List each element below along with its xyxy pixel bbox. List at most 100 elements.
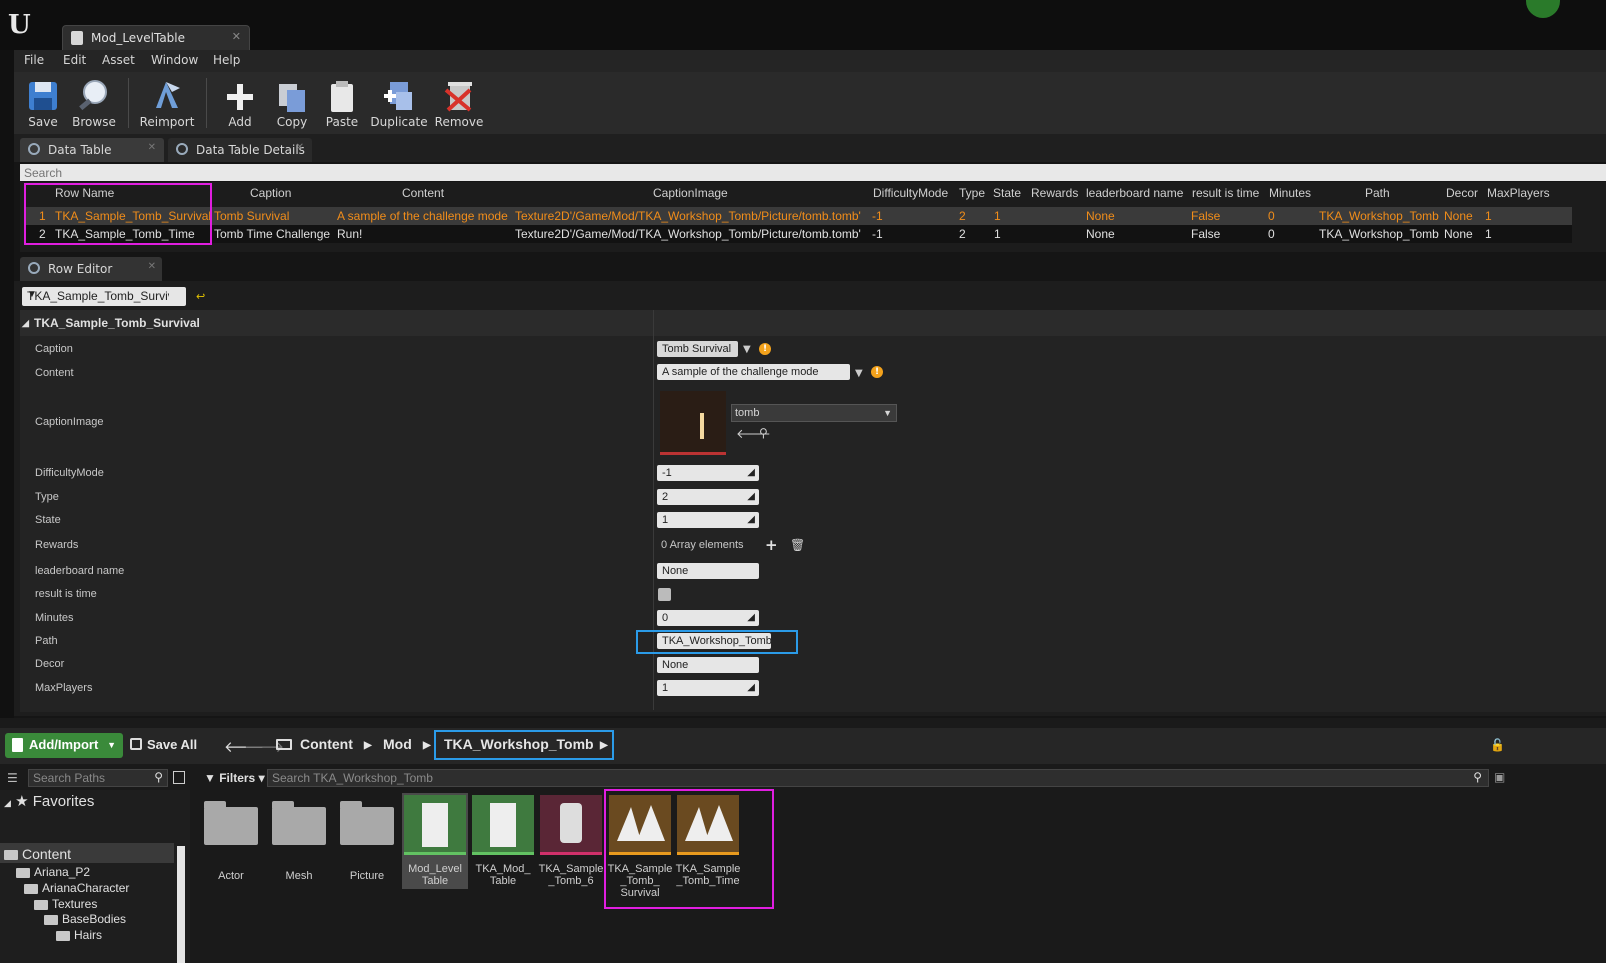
search-paths-input[interactable]: Search Paths ⚲ <box>28 769 168 787</box>
table-row[interactable]: 1 TKA_Sample_Tomb_Survival Tomb Survival… <box>26 207 1572 225</box>
duplicate-button[interactable]: Duplicate <box>370 72 428 134</box>
chevron-down-icon[interactable]: ▼ <box>743 344 751 355</box>
chevron-down-icon[interactable]: ▼ <box>855 368 863 379</box>
browse-button[interactable]: Browse <box>70 72 118 134</box>
type-field[interactable]: 2 ◢ <box>657 489 759 505</box>
tree-item-textures[interactable]: Textures <box>34 897 97 911</box>
column-header[interactable]: leaderboard name <box>1086 186 1183 200</box>
caption-field[interactable]: Tomb Survival <box>657 341 738 357</box>
copy-button[interactable]: Copy <box>270 72 314 134</box>
browse-magnifier-icon[interactable]: ⚲ <box>759 426 768 440</box>
column-header[interactable]: result is time <box>1192 186 1259 200</box>
label-rewards: Rewards <box>35 539 79 551</box>
breadcrumb-arrow-icon[interactable]: ▶ <box>423 740 431 751</box>
state-field[interactable]: 1 ◢ <box>657 512 759 528</box>
tab-row-editor[interactable]: Row Editor ✕ <box>20 257 162 281</box>
result-is-time-checkbox[interactable] <box>658 588 671 601</box>
max-players-field[interactable]: 1 ◢ <box>657 680 759 696</box>
document-tab[interactable]: Mod_LevelTable ✕ <box>62 25 250 50</box>
menu-help[interactable]: Help <box>213 53 240 67</box>
tab-data-table-details[interactable]: Data Table Details ✕ <box>168 138 312 162</box>
path-highlight <box>636 630 798 654</box>
close-icon[interactable]: ✕ <box>296 142 304 153</box>
close-icon[interactable]: ✕ <box>232 30 241 43</box>
asset-tka-sample-tomb-6[interactable]: TKA_Sample _Tomb_6 <box>538 793 604 889</box>
add-import-button[interactable]: Add/Import ▼ <box>5 733 123 758</box>
tree-item-content[interactable]: Content <box>4 846 71 862</box>
asset-folder-picture[interactable]: Picture <box>334 793 400 889</box>
close-icon[interactable]: ✕ <box>148 142 156 153</box>
reset-arrow-icon[interactable]: ↩ <box>196 290 205 303</box>
tree-item-hairs[interactable]: Hairs <box>56 928 102 942</box>
breadcrumb-arrow-icon[interactable]: ▶ <box>364 740 372 751</box>
asset-folder-actor[interactable]: Actor <box>198 793 264 889</box>
paste-button[interactable]: Paste <box>320 72 364 134</box>
add-element-icon[interactable]: + <box>765 536 778 554</box>
difficulty-field[interactable]: -1 ◢ <box>657 465 759 481</box>
asset-folder-mesh[interactable]: Mesh <box>266 793 332 889</box>
filters-button[interactable]: ▼ Filters ▾ <box>204 771 265 785</box>
tree-item-ariana-p2[interactable]: Ariana_P2 <box>16 865 90 879</box>
search-assets-input[interactable]: Search TKA_Workshop_Tomb ⚲ <box>267 769 1489 787</box>
texture-select-dropdown[interactable]: tomb ▼ <box>731 404 897 422</box>
save-all-button[interactable]: Save All <box>130 737 197 752</box>
table-search-input[interactable] <box>20 164 1606 181</box>
reimport-icon <box>156 82 180 108</box>
column-header[interactable]: Caption <box>250 186 291 200</box>
folder-tree: ◢ ★ Favorites Content Ariana_P2 ArianaCh… <box>0 790 190 963</box>
favorites-header[interactable]: ◢ ★ Favorites <box>4 792 94 810</box>
reimport-button[interactable]: Reimport <box>138 72 196 134</box>
add-button[interactable]: Add <box>220 72 260 134</box>
minutes-field[interactable]: 0 ◢ <box>657 610 759 626</box>
menu-file[interactable]: File <box>24 53 44 67</box>
view-options-icon[interactable] <box>173 771 185 784</box>
remove-button[interactable]: Remove <box>434 72 484 134</box>
label-decor: Decor <box>35 658 65 670</box>
spin-icon: ◢ <box>747 682 755 693</box>
column-header[interactable]: DifficultyMode <box>873 186 948 200</box>
menu-edit[interactable]: Edit <box>63 53 86 67</box>
trash-icon[interactable]: 🗑 <box>790 538 805 552</box>
property-grid <box>20 336 1606 712</box>
unreal-logo-icon[interactable]: U <box>8 10 38 40</box>
save-button[interactable]: Save <box>22 72 64 134</box>
column-header[interactable]: Decor <box>1446 186 1478 200</box>
tree-item-base-bodies[interactable]: BaseBodies <box>44 912 126 926</box>
document-tab-label: Mod_LevelTable <box>91 31 186 45</box>
row-section-header[interactable]: ◢ TKA_Sample_Tomb_Survival <box>20 310 1606 336</box>
breadcrumb-content[interactable]: Content <box>300 736 353 752</box>
tree-scrollbar[interactable] <box>177 846 185 963</box>
column-header[interactable]: Path <box>1365 186 1390 200</box>
breadcrumb-mod[interactable]: Mod <box>383 736 412 752</box>
leaderboard-field[interactable]: None <box>657 563 759 579</box>
lock-icon[interactable]: 🔓 <box>1490 738 1505 752</box>
column-header[interactable]: Rewards <box>1031 186 1078 200</box>
asset-tka-mod-table[interactable]: TKA_Mod_ Table <box>470 793 536 889</box>
warning-icon[interactable]: ! <box>759 343 771 355</box>
menu-bar: File Edit Asset Window Help <box>14 50 1606 72</box>
column-header[interactable]: State <box>993 186 1021 200</box>
warning-icon[interactable]: ! <box>871 366 883 378</box>
column-header[interactable]: Minutes <box>1269 186 1311 200</box>
menu-asset[interactable]: Asset <box>102 53 135 67</box>
content-field[interactable]: A sample of the challenge mode <box>657 364 850 380</box>
row-select-dropdown[interactable]: TKA_Sample_Tomb_Survival ▼ <box>22 287 186 306</box>
folder-icon <box>340 801 394 845</box>
column-header[interactable]: MaxPlayers <box>1487 186 1550 200</box>
tab-data-table[interactable]: Data Table ✕ <box>20 138 164 162</box>
sources-toggle-icon[interactable]: ☰ <box>7 771 18 785</box>
trash-icon <box>444 82 472 112</box>
column-header[interactable]: Content <box>402 186 444 200</box>
save-search-icon[interactable]: ▣ <box>1494 770 1505 784</box>
column-header[interactable]: CaptionImage <box>653 186 728 200</box>
table-row[interactable]: 2 TKA_Sample_Tomb_Time Tomb Time Challen… <box>26 225 1572 243</box>
folder-icon[interactable] <box>276 739 292 750</box>
decor-field[interactable]: None <box>657 657 759 673</box>
texture-thumbnail[interactable] <box>660 391 726 455</box>
close-icon[interactable]: ✕ <box>148 261 156 272</box>
column-header[interactable]: Type <box>959 186 985 200</box>
tree-item-ariana-character[interactable]: ArianaCharacter <box>24 881 129 895</box>
menu-window[interactable]: Window <box>151 53 198 67</box>
asset-mod-level-table[interactable]: Mod_Level Table <box>402 793 468 889</box>
cell-caption-image: Texture2D'/Game/Mod/TKA_Workshop_Tomb/Pi… <box>515 209 861 223</box>
